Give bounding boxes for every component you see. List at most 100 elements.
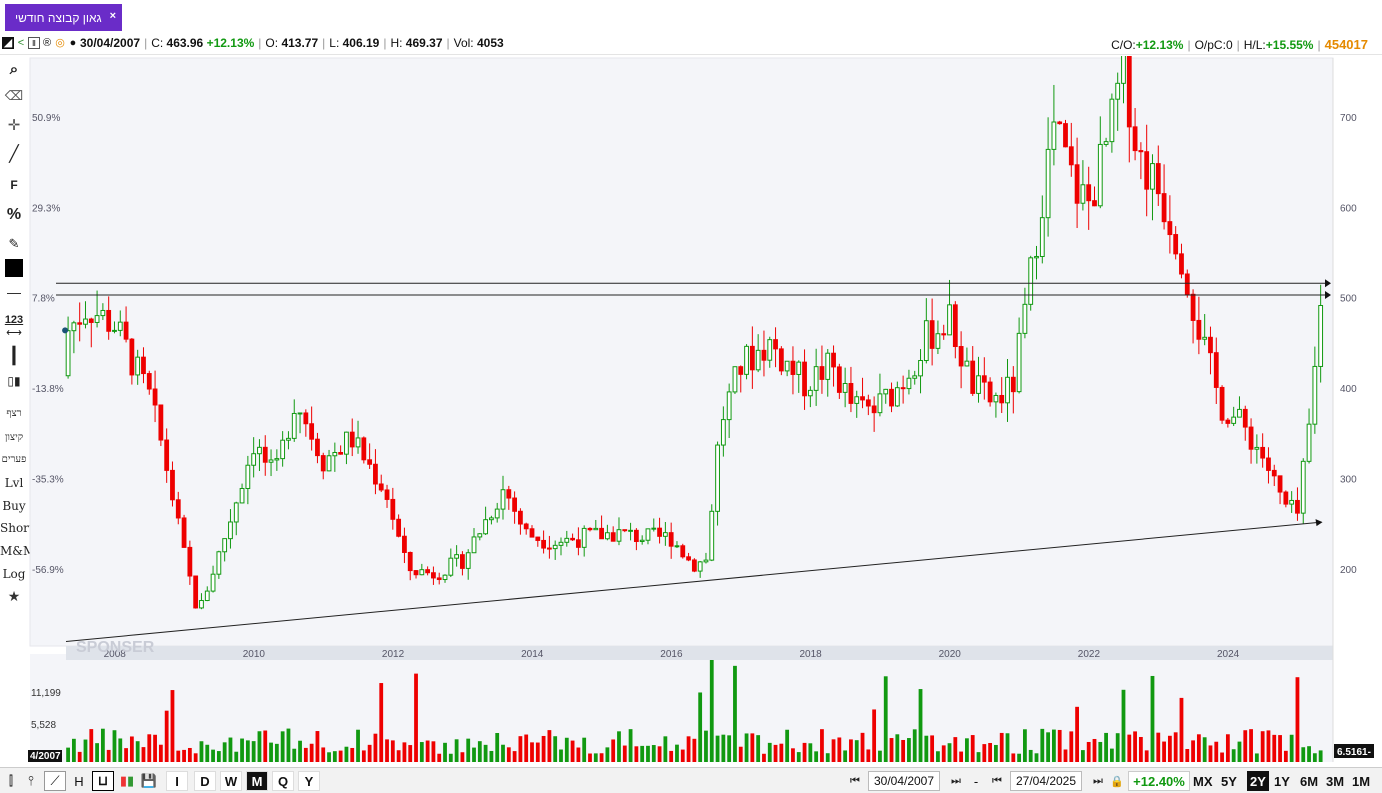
volume-bar: [222, 742, 227, 762]
volume-bar: [860, 732, 865, 762]
search-icon[interactable]: ⌕: [0, 61, 28, 78]
vertical-line-icon[interactable]: ┃: [0, 346, 28, 366]
value-tool[interactable]: 123: [0, 314, 28, 326]
volume-bar: [767, 742, 772, 762]
range-1m[interactable]: 1M: [1352, 771, 1370, 791]
buy-tool[interactable]: Buy: [0, 499, 28, 513]
timeframe-d[interactable]: D: [194, 771, 216, 791]
news-icon[interactable]: Ⅱ: [28, 37, 40, 49]
close-label: C:: [151, 36, 164, 50]
candle-body: [471, 536, 477, 554]
log-tool[interactable]: Log: [0, 567, 28, 581]
candle-body: [413, 570, 419, 576]
comment-icon[interactable]: ●: [67, 37, 79, 49]
line-chart-icon[interactable]: ⟋: [44, 771, 66, 791]
start-date-label: 4/2007: [30, 751, 61, 762]
candle-body: [709, 510, 715, 561]
candle-body: [796, 361, 802, 375]
ohlc-bars-icon[interactable]: ⫯: [22, 771, 40, 791]
volume-bar: [680, 749, 685, 762]
share-icon[interactable]: <: [15, 37, 27, 49]
timeframe-y[interactable]: Y: [298, 771, 320, 791]
volume-bar: [1005, 733, 1010, 762]
hl-icon[interactable]: H: [68, 771, 90, 791]
volume-bar: [622, 745, 627, 762]
volume-bar: [211, 749, 215, 762]
nav-last-icon-2[interactable]: ⏭: [1086, 771, 1108, 791]
volume-bar: [489, 750, 494, 762]
candle-body: [906, 377, 912, 390]
from-date[interactable]: 30/04/2007: [868, 771, 940, 791]
range-mx[interactable]: MX: [1193, 771, 1213, 791]
volume-bar: [350, 747, 355, 762]
chart-tab[interactable]: גאון קבוצה חודשי ×: [5, 4, 122, 31]
candle-type-icon[interactable]: ▯▮: [0, 374, 28, 388]
registered-icon[interactable]: ®: [41, 37, 53, 49]
volume-bar: [1179, 697, 1184, 762]
candle-body: [651, 527, 657, 530]
candles-icon[interactable]: ⫿: [2, 771, 20, 791]
volume-bar: [918, 689, 923, 762]
eraser-icon[interactable]: ⌫: [0, 88, 28, 104]
candle-body: [894, 387, 900, 407]
candle-body: [210, 573, 216, 592]
range-5y[interactable]: 5Y: [1221, 771, 1237, 791]
nav-first-icon[interactable]: ⏮: [843, 771, 865, 791]
mm-tool[interactable]: M&M: [0, 544, 35, 558]
volume-bar: [71, 738, 76, 762]
candle-body: [158, 404, 164, 441]
lvl-tool[interactable]: Lvl: [0, 476, 28, 490]
save-icon[interactable]: 💾: [140, 771, 158, 791]
gaps-tool[interactable]: פערים: [0, 454, 28, 465]
volume-bar: [1249, 729, 1253, 762]
candle-body: [738, 366, 744, 375]
edit-icon[interactable]: ✎: [0, 236, 28, 252]
range-1y[interactable]: 1Y: [1274, 771, 1290, 791]
line-tool-icon[interactable]: ╱: [0, 144, 28, 164]
color-picker[interactable]: [0, 259, 28, 277]
to-date[interactable]: 27/04/2025: [1010, 771, 1082, 791]
crosshair-icon[interactable]: ✛: [0, 116, 28, 134]
color-candle-icon[interactable]: ▮ ▮: [116, 771, 138, 791]
chart-area[interactable]: 700 50.9% 600 29.3% 500 7.8% 400 -13.8% 300 -35.3…: [28, 1, 1382, 768]
extreme-tool[interactable]: קיצון: [0, 432, 28, 443]
candle-body: [303, 412, 309, 425]
candle-body: [871, 405, 877, 414]
target-icon[interactable]: ◎: [54, 37, 66, 49]
nav-last-icon[interactable]: ⏭: [944, 771, 966, 791]
draw-tool-icon[interactable]: ◢: [2, 37, 14, 49]
measure-icon[interactable]: ⟷: [0, 326, 28, 339]
timeframe-q[interactable]: Q: [272, 771, 294, 791]
lock-icon[interactable]: 🔒: [1110, 771, 1124, 791]
range-2y[interactable]: 2Y: [1247, 771, 1269, 791]
candle-body: [1115, 82, 1121, 100]
close-icon[interactable]: ×: [110, 10, 116, 22]
volume-bar: [1156, 732, 1161, 762]
timeframe-w[interactable]: W: [220, 771, 242, 791]
volume-bar: [257, 731, 262, 762]
period-change: +12.40%: [1128, 771, 1190, 791]
volume-bar: [709, 660, 714, 762]
horizontal-line-icon[interactable]: —: [0, 284, 28, 300]
timeframe-i[interactable]: I: [166, 771, 188, 791]
range-6m[interactable]: 6M: [1300, 771, 1318, 791]
star-icon[interactable]: ★: [0, 588, 28, 605]
candle-body: [715, 444, 720, 512]
short-tool[interactable]: Short: [0, 521, 34, 535]
candle-body: [390, 498, 396, 520]
candle-body: [616, 529, 622, 542]
candle-body: [489, 517, 494, 521]
price-chart[interactable]: 700 50.9% 600 29.3% 500 7.8% 400 -13.8% 300 -35.3…: [28, 1, 1382, 768]
bar-type-icon[interactable]: ⊔: [92, 771, 114, 791]
x-tick: 2016: [660, 649, 683, 660]
streak-tool[interactable]: רצף: [0, 408, 28, 419]
nav-first-icon-2[interactable]: ⏮: [985, 771, 1007, 791]
range-3m[interactable]: 3M: [1326, 771, 1344, 791]
candle-body: [1196, 319, 1202, 340]
candle-body: [135, 356, 141, 376]
percent-tool[interactable]: %: [0, 206, 28, 224]
volume-bar: [547, 730, 552, 762]
volume-bar: [1063, 749, 1068, 762]
fibonacci-tool[interactable]: F: [0, 178, 28, 192]
timeframe-m[interactable]: M: [246, 771, 268, 791]
